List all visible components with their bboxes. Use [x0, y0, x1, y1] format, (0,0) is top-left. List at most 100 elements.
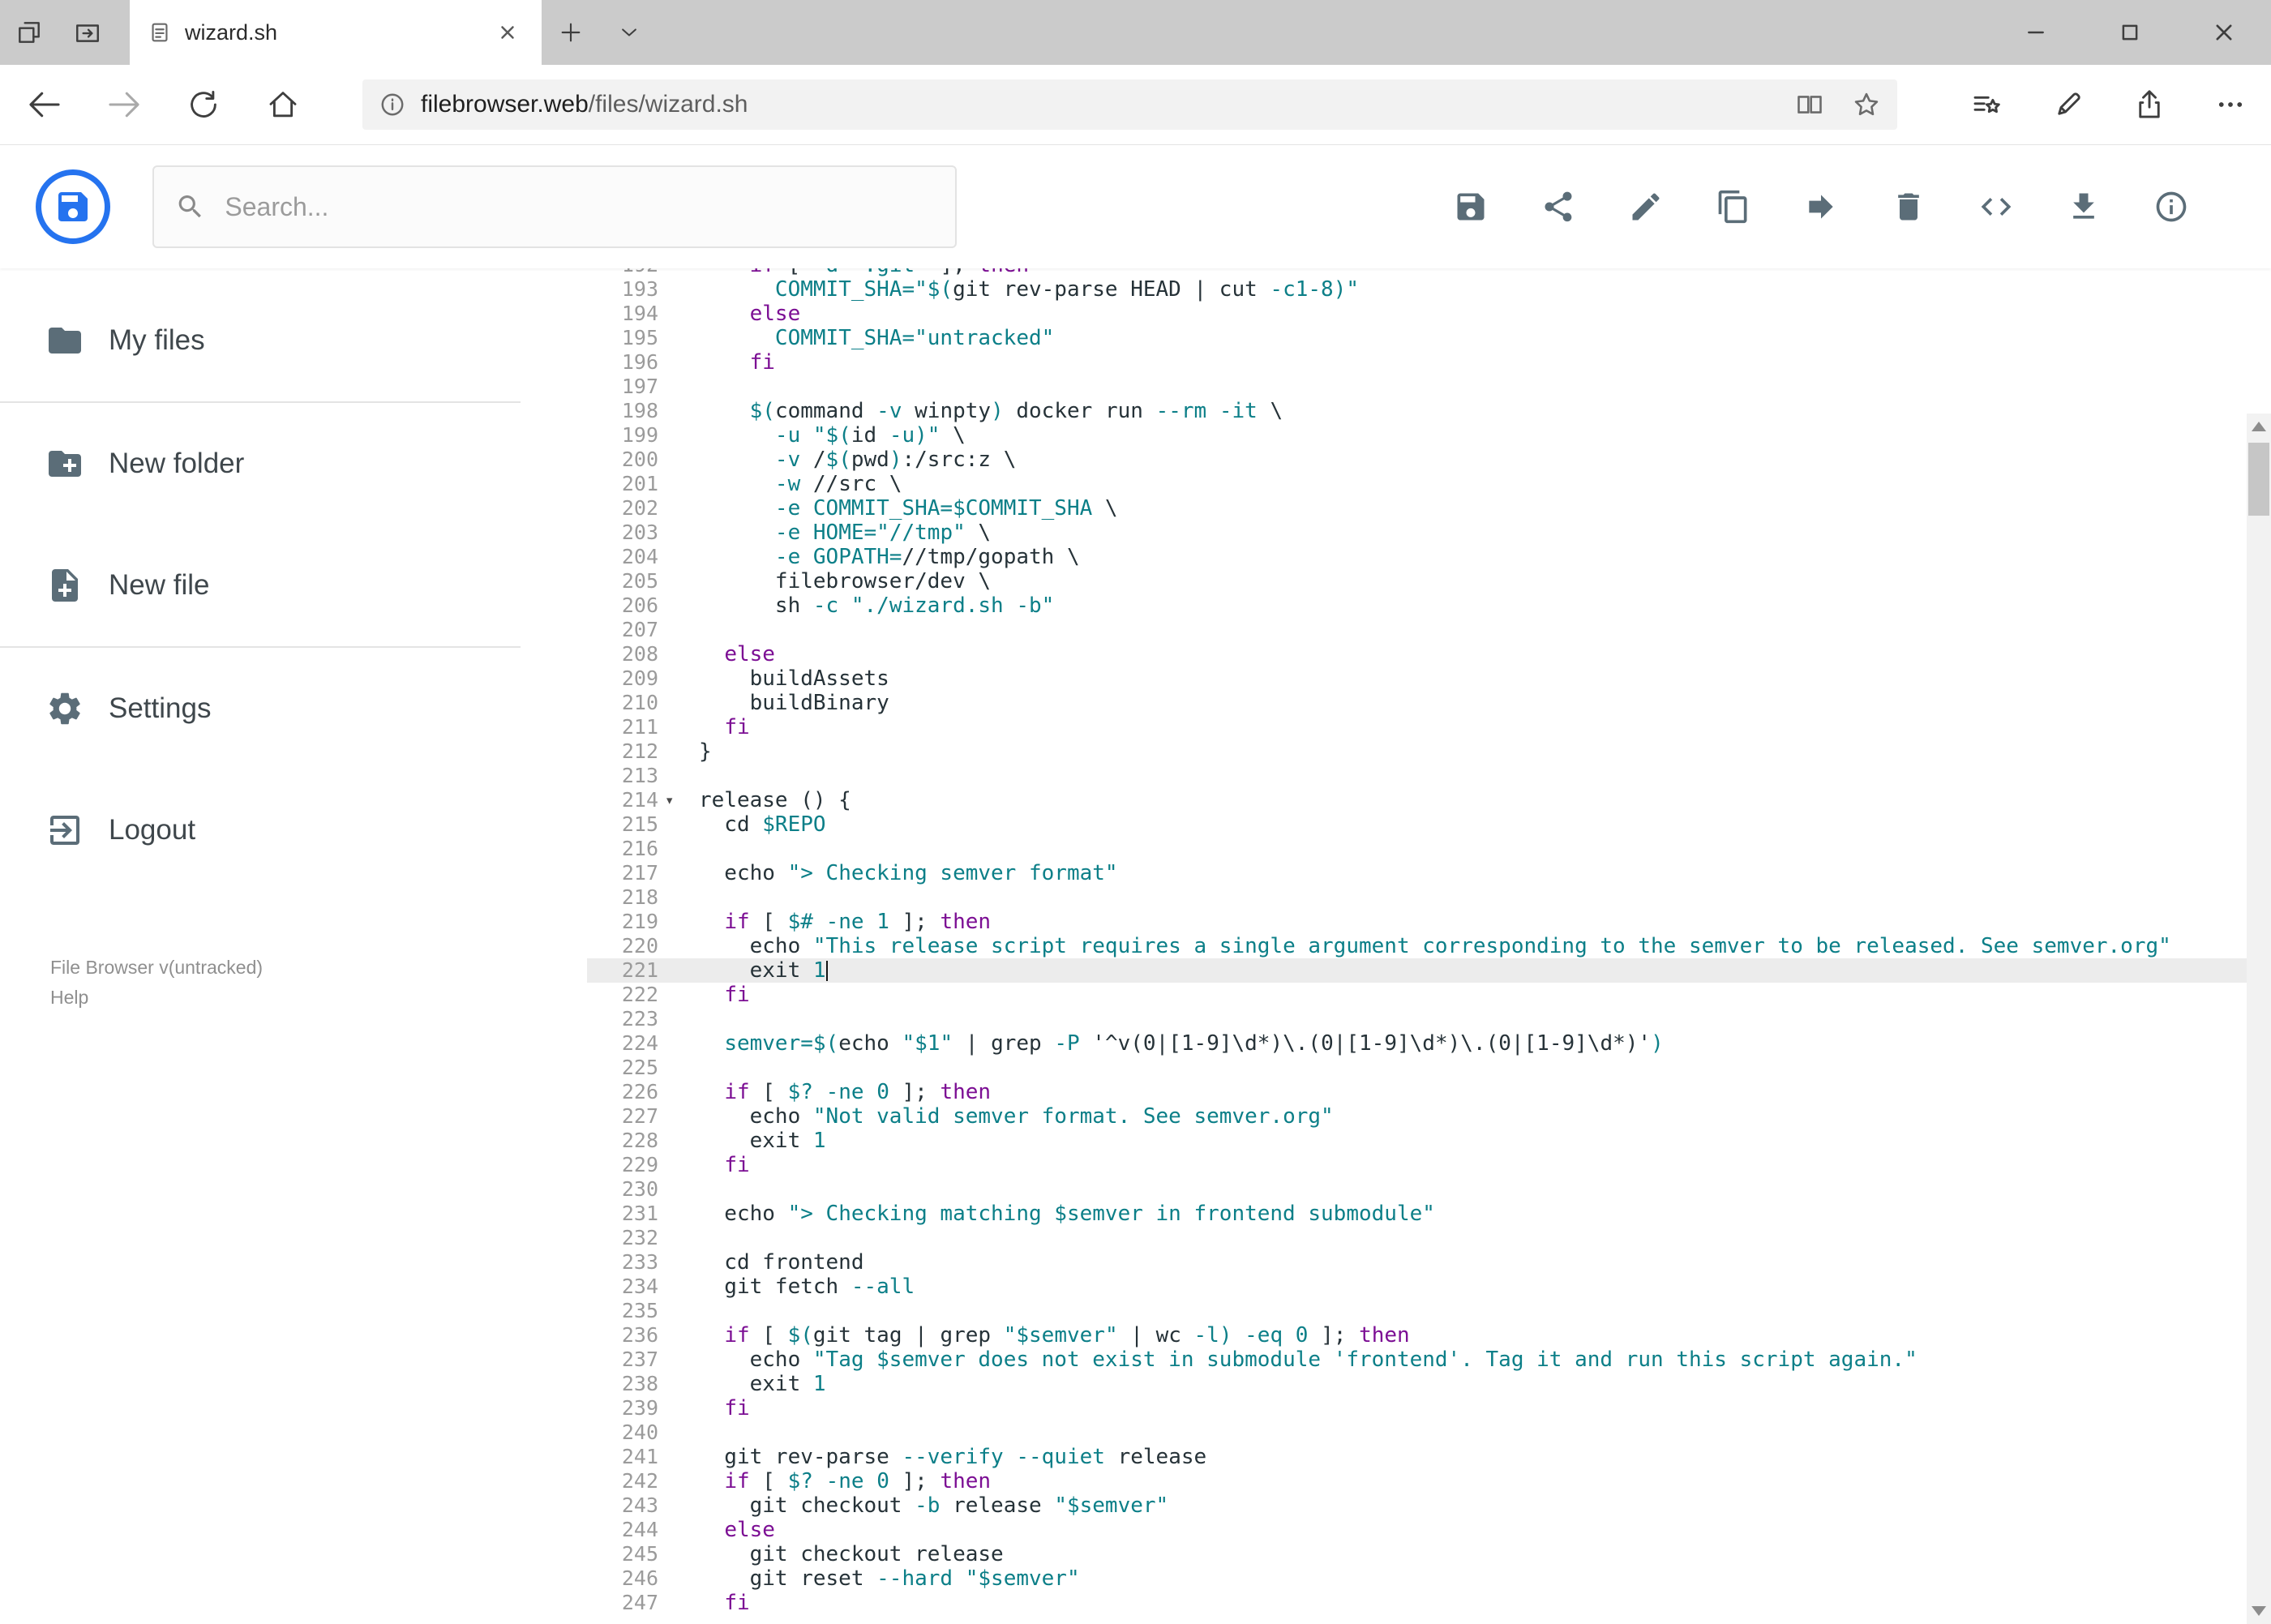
vertical-scrollbar[interactable]: [2247, 413, 2271, 1624]
code-line[interactable]: 195 COMMIT_SHA="untracked": [587, 326, 2247, 350]
code-line[interactable]: 219 if [ $# -ne 1 ]; then: [587, 910, 2247, 934]
browser-tab[interactable]: wizard.sh: [130, 0, 542, 65]
code-line[interactable]: 239 fi: [587, 1396, 2247, 1420]
code-line[interactable]: 199 -u "$(id -u)" \: [587, 423, 2247, 448]
scrollbar-thumb[interactable]: [2248, 443, 2269, 516]
forward-button[interactable]: [84, 65, 164, 145]
code-line[interactable]: 217 echo "> Checking semver format": [587, 861, 2247, 885]
code-line[interactable]: 207: [587, 618, 2247, 642]
fold-marker-icon[interactable]: ▾: [665, 788, 674, 812]
rename-button[interactable]: [1623, 184, 1669, 229]
save-button[interactable]: [1448, 184, 1493, 229]
url-box[interactable]: filebrowser.web/files/wizard.sh: [362, 79, 1897, 130]
search-input[interactable]: [225, 191, 934, 222]
code-line[interactable]: 193 COMMIT_SHA="$(git rev-parse HEAD | c…: [587, 277, 2247, 302]
code-line[interactable]: 245 git checkout release: [587, 1542, 2247, 1566]
scroll-down-arrow[interactable]: [2252, 1606, 2266, 1616]
move-button[interactable]: [1798, 184, 1844, 229]
share-button[interactable]: [1536, 184, 1581, 229]
code-line[interactable]: 198 $(command -v winpty) docker run --rm…: [587, 399, 2247, 423]
code-line[interactable]: 200 -v /$(pwd):/src:z \: [587, 448, 2247, 472]
search-box[interactable]: [152, 165, 957, 248]
sidebar-item-new-folder[interactable]: New folder: [0, 403, 587, 525]
copy-button[interactable]: [1711, 184, 1756, 229]
code-line[interactable]: 229 fi: [587, 1153, 2247, 1177]
tab-preview-toggle[interactable]: [600, 0, 658, 65]
code-line[interactable]: 231 echo "> Checking matching $semver in…: [587, 1202, 2247, 1226]
code-line[interactable]: 220 echo "This release script requires a…: [587, 934, 2247, 958]
new-tab-button[interactable]: [542, 0, 600, 65]
refresh-button[interactable]: [164, 65, 243, 145]
code-line[interactable]: 197: [587, 375, 2247, 399]
code-editor[interactable]: 192 if [ -d ".git" ]; then193 COMMIT_SHA…: [587, 268, 2247, 1624]
tab-close-button[interactable]: [491, 16, 524, 49]
code-line[interactable]: 240: [587, 1420, 2247, 1445]
scroll-up-arrow[interactable]: [2252, 422, 2266, 431]
code-line[interactable]: 244 else: [587, 1518, 2247, 1542]
sidebar-item-my-files[interactable]: My files: [0, 280, 587, 401]
reading-view-icon[interactable]: [1795, 90, 1824, 119]
back-button[interactable]: [5, 65, 84, 145]
code-line[interactable]: 205 filebrowser/dev \: [587, 569, 2247, 593]
code-line[interactable]: 192 if [ -d ".git" ]; then: [587, 268, 2247, 277]
code-line[interactable]: 241 git rev-parse --verify --quiet relea…: [587, 1445, 2247, 1469]
code-line[interactable]: 232: [587, 1226, 2247, 1250]
code-line[interactable]: 212}: [587, 739, 2247, 764]
home-button[interactable]: [243, 65, 323, 145]
delete-button[interactable]: [1886, 184, 1931, 229]
code-line[interactable]: 233 cd frontend: [587, 1250, 2247, 1275]
help-link[interactable]: Help: [50, 983, 263, 1013]
code-line[interactable]: 196 fi: [587, 350, 2247, 375]
more-button[interactable]: [2190, 65, 2271, 145]
code-line[interactable]: 227 echo "Not valid semver format. See s…: [587, 1104, 2247, 1129]
minimize-button[interactable]: [1989, 0, 2083, 65]
code-line[interactable]: 203 -e HOME="//tmp" \: [587, 521, 2247, 545]
code-line[interactable]: 234 git fetch --all: [587, 1275, 2247, 1299]
code-line[interactable]: 209 buildAssets: [587, 666, 2247, 691]
code-line[interactable]: 246 git reset --hard "$semver": [587, 1566, 2247, 1591]
sidebar-item-settings[interactable]: Settings: [0, 648, 587, 769]
code-line[interactable]: 206 sh -c "./wizard.sh -b": [587, 593, 2247, 618]
code-line[interactable]: 224 semver=$(echo "$1" | grep -P '^v(0|[…: [587, 1031, 2247, 1056]
code-line[interactable]: 194 else: [587, 302, 2247, 326]
code-line[interactable]: 221 exit 1: [587, 958, 2247, 983]
code-line[interactable]: 202 -e COMMIT_SHA=$COMMIT_SHA \: [587, 496, 2247, 521]
hub-favorites-button[interactable]: [1947, 65, 2028, 145]
code-line[interactable]: 228 exit 1: [587, 1129, 2247, 1153]
code-view-button[interactable]: [1973, 184, 2019, 229]
code-line[interactable]: 201 -w //src \: [587, 472, 2247, 496]
code-line[interactable]: 238 exit 1: [587, 1372, 2247, 1396]
code-line[interactable]: 237 echo "Tag $semver does not exist in …: [587, 1348, 2247, 1372]
tabs-set-aside-button[interactable]: [0, 0, 58, 65]
download-button[interactable]: [2061, 184, 2106, 229]
share-page-button[interactable]: [2109, 65, 2190, 145]
code-line[interactable]: 222 fi: [587, 983, 2247, 1007]
code-line[interactable]: 225: [587, 1056, 2247, 1080]
code-line[interactable]: 223: [587, 1007, 2247, 1031]
code-line[interactable]: 211 fi: [587, 715, 2247, 739]
code-line[interactable]: 235: [587, 1299, 2247, 1323]
info-button[interactable]: [2149, 184, 2194, 229]
set-tabs-aside-button[interactable]: [58, 0, 117, 65]
code-line[interactable]: 243 git checkout -b release "$semver": [587, 1493, 2247, 1518]
sidebar-item-new-file[interactable]: New file: [0, 525, 587, 646]
app-logo[interactable]: [36, 169, 110, 244]
sidebar-item-logout[interactable]: Logout: [0, 769, 587, 891]
code-line[interactable]: 242 if [ $? -ne 0 ]; then: [587, 1469, 2247, 1493]
maximize-button[interactable]: [2083, 0, 2177, 65]
code-line[interactable]: 215 cd $REPO: [587, 812, 2247, 837]
code-line[interactable]: 208 else: [587, 642, 2247, 666]
close-window-button[interactable]: [2177, 0, 2271, 65]
code-line[interactable]: 247 fi: [587, 1591, 2247, 1615]
code-line[interactable]: 204 -e GOPATH=//tmp/gopath \: [587, 545, 2247, 569]
code-line[interactable]: 236 if [ $(git tag | grep "$semver" | wc…: [587, 1323, 2247, 1348]
favorite-star-icon[interactable]: [1852, 90, 1881, 119]
code-line[interactable]: 218: [587, 885, 2247, 910]
web-note-button[interactable]: [2028, 65, 2109, 145]
code-line[interactable]: 214 ▾ release () {: [587, 788, 2247, 812]
code-line[interactable]: 230: [587, 1177, 2247, 1202]
code-line[interactable]: 213: [587, 764, 2247, 788]
code-line[interactable]: 226 if [ $? -ne 0 ]; then: [587, 1080, 2247, 1104]
code-line[interactable]: 216: [587, 837, 2247, 861]
code-line[interactable]: 210 buildBinary: [587, 691, 2247, 715]
